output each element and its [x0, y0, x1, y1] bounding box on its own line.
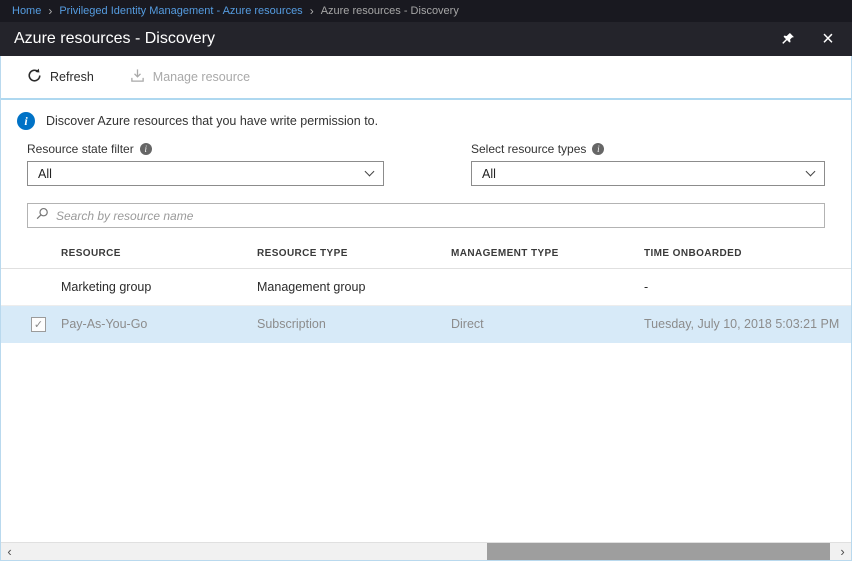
breadcrumb-separator-icon: ›: [48, 4, 52, 18]
cell-resource: Pay-As-You-Go: [61, 317, 257, 331]
resource-types-dropdown-value: All: [482, 167, 496, 181]
info-message: Discover Azure resources that you have w…: [46, 114, 378, 128]
chevron-down-icon: [806, 167, 816, 177]
filters-row: Resource state filter i All Select resou…: [1, 142, 851, 186]
refresh-button[interactable]: Refresh: [27, 68, 94, 86]
page-title: Azure resources - Discovery: [14, 30, 215, 48]
resource-state-filter-label-text: Resource state filter: [27, 142, 134, 156]
content-spacer: [1, 343, 851, 542]
table-row[interactable]: Marketing group Management group -: [1, 269, 851, 306]
resource-types-filter-label-text: Select resource types: [471, 142, 586, 156]
cell-resource: Marketing group: [61, 280, 257, 294]
col-management-type: MANAGEMENT TYPE: [451, 248, 644, 259]
refresh-label: Refresh: [50, 70, 94, 84]
manage-resource-button[interactable]: Manage resource: [130, 68, 250, 86]
manage-resource-label: Manage resource: [153, 70, 250, 84]
cell-time-onboarded: Tuesday, July 10, 2018 5:03:21 PM: [644, 317, 851, 331]
scrollbar-track[interactable]: [18, 543, 834, 560]
row-checkbox-cell: ✓: [1, 317, 61, 332]
horizontal-scrollbar: ‹ ›: [1, 542, 851, 560]
resource-types-filter-label: Select resource types i: [471, 142, 825, 156]
breadcrumb-home[interactable]: Home: [12, 5, 41, 17]
toolbar: Refresh Manage resource: [1, 56, 851, 100]
breadcrumb: Home › Privileged Identity Management - …: [0, 0, 852, 22]
azure-portal-blade: Home › Privileged Identity Management - …: [0, 0, 852, 561]
scroll-left-icon[interactable]: ‹: [1, 543, 18, 560]
info-message-row: i Discover Azure resources that you have…: [1, 100, 851, 130]
title-bar: Azure resources - Discovery ×: [0, 22, 852, 56]
breadcrumb-current: Azure resources - Discovery: [321, 5, 459, 17]
row-checkbox[interactable]: ✓: [31, 317, 46, 332]
blade-content: Refresh Manage resource i Discover Azure…: [0, 56, 852, 561]
resource-types-dropdown[interactable]: All: [471, 161, 825, 186]
pin-icon[interactable]: [778, 29, 798, 49]
search-input[interactable]: [56, 209, 816, 223]
resource-types-filter: Select resource types i All: [471, 142, 825, 186]
resources-table: RESOURCE RESOURCE TYPE MANAGEMENT TYPE T…: [1, 239, 851, 343]
scrollbar-thumb[interactable]: [487, 543, 830, 560]
resource-state-dropdown[interactable]: All: [27, 161, 384, 186]
search-box[interactable]: [27, 203, 825, 228]
info-icon: i: [592, 143, 604, 155]
cell-resource-type: Subscription: [257, 317, 451, 331]
col-resource: RESOURCE: [61, 248, 257, 259]
search-row: [1, 203, 851, 228]
cell-time-onboarded: -: [644, 280, 851, 294]
close-icon[interactable]: ×: [818, 29, 838, 49]
search-icon: [36, 207, 49, 225]
scroll-right-icon[interactable]: ›: [834, 543, 851, 560]
resource-state-filter-label: Resource state filter i: [27, 142, 384, 156]
cell-management-type: Direct: [451, 317, 644, 331]
col-time-onboarded: TIME ONBOARDED: [644, 248, 851, 259]
table-row[interactable]: ✓ Pay-As-You-Go Subscription Direct Tues…: [1, 306, 851, 343]
breadcrumb-separator-icon: ›: [310, 4, 314, 18]
info-icon: i: [140, 143, 152, 155]
info-icon: i: [17, 112, 35, 130]
col-resource-type: RESOURCE TYPE: [257, 248, 451, 259]
table-header: RESOURCE RESOURCE TYPE MANAGEMENT TYPE T…: [1, 239, 851, 269]
resource-state-filter: Resource state filter i All: [27, 142, 384, 186]
manage-resource-icon: [130, 68, 145, 86]
title-actions: ×: [778, 29, 838, 49]
breadcrumb-pim-azure-resources[interactable]: Privileged Identity Management - Azure r…: [59, 5, 302, 17]
resource-state-dropdown-value: All: [38, 167, 52, 181]
chevron-down-icon: [365, 167, 375, 177]
cell-resource-type: Management group: [257, 280, 451, 294]
refresh-icon: [27, 68, 42, 86]
